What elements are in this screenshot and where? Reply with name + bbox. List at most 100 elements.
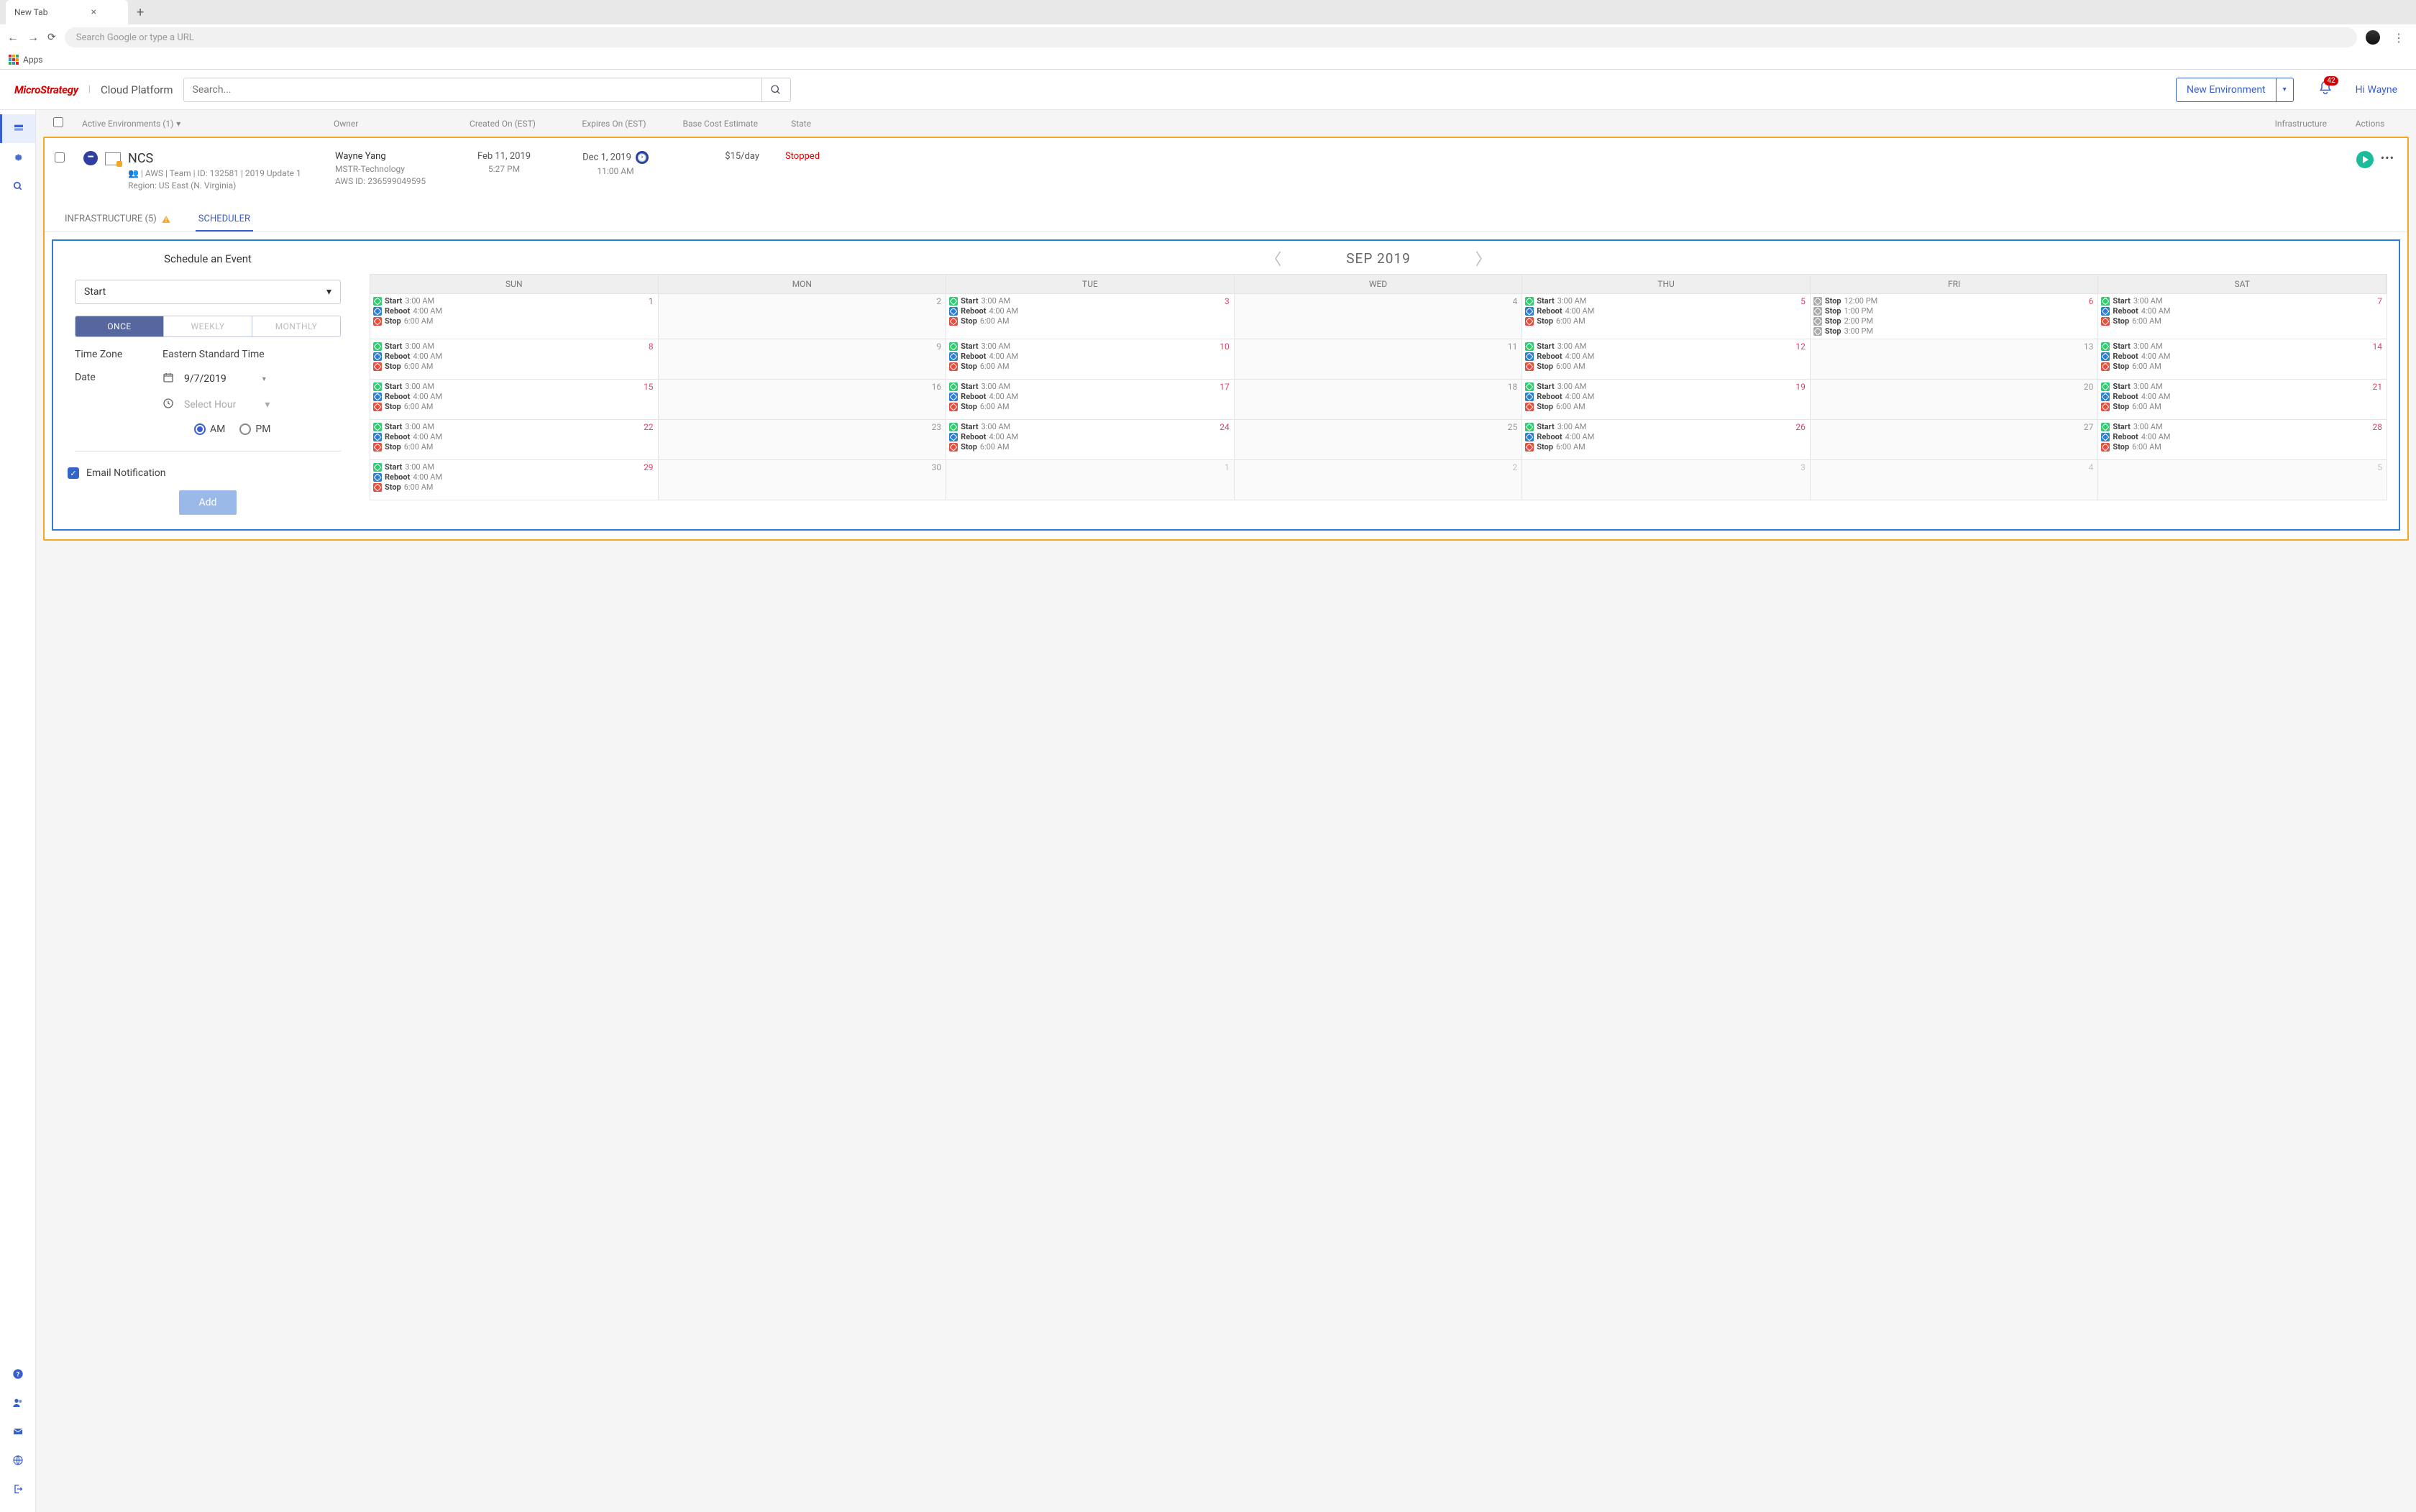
calendar-cell[interactable]: 11 [1235,339,1523,379]
calendar-event[interactable]: Stop6:00 AM [1525,316,1807,326]
calendar-event[interactable]: Stop6:00 AM [373,442,655,452]
calendar-event[interactable]: Reboot4:00 AM [949,432,1231,441]
calendar-event[interactable]: Stop2:00 PM [1813,316,2095,326]
add-button[interactable]: Add [179,490,237,515]
calendar-cell[interactable]: 6Stop12:00 PMStop1:00 PMStop2:00 PMStop3… [1811,293,2099,339]
calendar-event[interactable]: Start3:00 AM [373,462,655,472]
sidebar-item-environments[interactable] [0,114,35,143]
more-actions-button[interactable]: ••• [2381,151,2394,165]
calendar-event[interactable]: Reboot4:00 AM [949,306,1231,316]
calendar-event[interactable]: Start3:00 AM [949,296,1231,306]
calendar-event[interactable]: Start3:00 AM [1525,296,1807,306]
sidebar-item-globe[interactable] [0,1446,35,1475]
calendar-event[interactable]: Stop12:00 PM [1813,296,2095,306]
calendar-event[interactable]: Reboot4:00 AM [949,352,1231,361]
environment-name[interactable]: NCS [128,151,301,166]
browser-tab[interactable]: New Tab × [6,0,128,24]
calendar-event[interactable]: Start3:00 AM [2101,296,2384,306]
calendar-prev[interactable]: 〈 [1266,247,1281,270]
omnibox[interactable]: Search Google or type a URL [65,27,2357,47]
calendar-event[interactable]: Reboot4:00 AM [373,306,655,316]
sidebar-item-mail[interactable] [0,1417,35,1446]
calendar-event[interactable]: Start3:00 AM [373,342,655,351]
calendar-event[interactable]: Reboot4:00 AM [373,392,655,401]
calendar-event[interactable]: Stop6:00 AM [949,442,1231,452]
calendar-cell[interactable]: 4 [1811,459,2099,500]
calendar-event[interactable]: Stop3:00 PM [1813,326,2095,336]
calendar-cell[interactable]: 5 [2098,459,2387,500]
column-expires[interactable]: Expires On (EST) [557,119,672,129]
frequency-monthly[interactable]: MONTHLY [252,316,340,336]
apps-label[interactable]: Apps [23,55,43,65]
calendar-event[interactable]: Reboot4:00 AM [373,352,655,361]
calendar-event[interactable]: Start3:00 AM [1525,342,1807,351]
column-created[interactable]: Created On (EST) [449,119,557,129]
calendar-event[interactable]: Start3:00 AM [1525,382,1807,391]
calendar-event[interactable]: Start3:00 AM [373,296,655,306]
sidebar-item-help[interactable]: ? [0,1360,35,1388]
user-greeting[interactable]: Hi Wayne [2356,84,2397,96]
chevron-down-icon[interactable]: ▾ [2276,78,2293,101]
calendar-event[interactable]: Reboot4:00 AM [1525,352,1807,361]
calendar-cell[interactable]: 3 [1522,459,1811,500]
tab-infrastructure[interactable]: INFRASTRUCTURE (5) [62,208,174,232]
calendar-event[interactable]: Start3:00 AM [373,422,655,431]
calendar-cell[interactable]: 15Start3:00 AMReboot4:00 AMStop6:00 AM [370,379,659,419]
reload-icon[interactable]: ⟳ [47,32,56,43]
row-checkbox[interactable] [55,152,65,162]
column-owner[interactable]: Owner [334,119,449,129]
radio-am[interactable]: AM [194,423,225,435]
radio-pm[interactable]: PM [239,423,270,435]
calendar-cell[interactable]: 28Start3:00 AMReboot4:00 AMStop6:00 AM [2098,419,2387,459]
calendar-cell[interactable]: 27 [1811,419,2099,459]
calendar-cell[interactable]: 25 [1235,419,1523,459]
tab-scheduler[interactable]: SCHEDULER [196,208,253,232]
frequency-once[interactable]: ONCE [76,316,163,336]
column-active-environments[interactable]: Active Environments (1) ▾ [82,119,180,129]
calendar-cell[interactable]: 21Start3:00 AMReboot4:00 AMStop6:00 AM [2098,379,2387,419]
search-input[interactable] [184,84,761,96]
collapse-button[interactable]: − [83,151,98,165]
calendar-event[interactable]: Reboot4:00 AM [2101,306,2384,316]
calendar-cell[interactable]: 13 [1811,339,2099,379]
calendar-event[interactable]: Reboot4:00 AM [949,392,1231,401]
calendar-event[interactable]: Reboot4:00 AM [373,432,655,441]
calendar-event[interactable]: Stop6:00 AM [373,482,655,492]
select-all-checkbox[interactable] [53,117,63,127]
calendar-event[interactable]: Stop6:00 AM [949,402,1231,411]
sidebar-item-users[interactable] [0,1388,35,1417]
calendar-cell[interactable]: 2 [1235,459,1523,500]
calendar-event[interactable]: Reboot4:00 AM [2101,432,2384,441]
calendar-event[interactable]: Start3:00 AM [2101,382,2384,391]
calendar-cell[interactable]: 18 [1235,379,1523,419]
sidebar-item-logout[interactable] [0,1475,35,1503]
calendar-event[interactable]: Stop1:00 PM [1813,306,2095,316]
calendar-cell[interactable]: 7Start3:00 AMReboot4:00 AMStop6:00 AM [2098,293,2387,339]
search-button[interactable] [761,78,790,101]
header-search[interactable] [183,78,791,102]
calendar-event[interactable]: Stop6:00 AM [373,316,655,326]
date-picker[interactable]: 9/7/2019 ▾ [184,373,266,385]
calendar-event[interactable]: Stop6:00 AM [2101,402,2384,411]
calendar-cell[interactable]: 22Start3:00 AMReboot4:00 AMStop6:00 AM [370,419,659,459]
column-state[interactable]: State [758,119,844,129]
calendar-event[interactable]: Stop6:00 AM [1525,402,1807,411]
calendar-event[interactable]: Start3:00 AM [949,422,1231,431]
browser-menu-icon[interactable]: ⋮ [2389,31,2409,45]
calendar-event[interactable]: Stop6:00 AM [2101,362,2384,371]
column-infrastructure[interactable]: Infrastructure [844,119,2341,129]
new-environment-button[interactable]: New Environment ▾ [2176,78,2294,102]
calendar-next[interactable]: 〉 [1475,247,1491,270]
calendar-cell[interactable]: 4 [1235,293,1523,339]
email-notification-checkbox[interactable]: ✓ [68,467,79,479]
calendar-event[interactable]: Reboot4:00 AM [373,472,655,482]
calendar-cell[interactable]: 12Start3:00 AMReboot4:00 AMStop6:00 AM [1522,339,1811,379]
calendar-cell[interactable]: 8Start3:00 AMReboot4:00 AMStop6:00 AM [370,339,659,379]
calendar-cell[interactable]: 5Start3:00 AMReboot4:00 AMStop6:00 AM [1522,293,1811,339]
calendar-cell[interactable]: 17Start3:00 AMReboot4:00 AMStop6:00 AM [946,379,1235,419]
calendar-cell[interactable]: 1 [946,459,1235,500]
calendar-cell[interactable]: 3Start3:00 AMReboot4:00 AMStop6:00 AM [946,293,1235,339]
hour-picker[interactable]: Select Hour ▾ [184,399,270,411]
calendar-event[interactable]: Stop6:00 AM [1525,442,1807,452]
calendar-event[interactable]: Stop6:00 AM [949,316,1231,326]
